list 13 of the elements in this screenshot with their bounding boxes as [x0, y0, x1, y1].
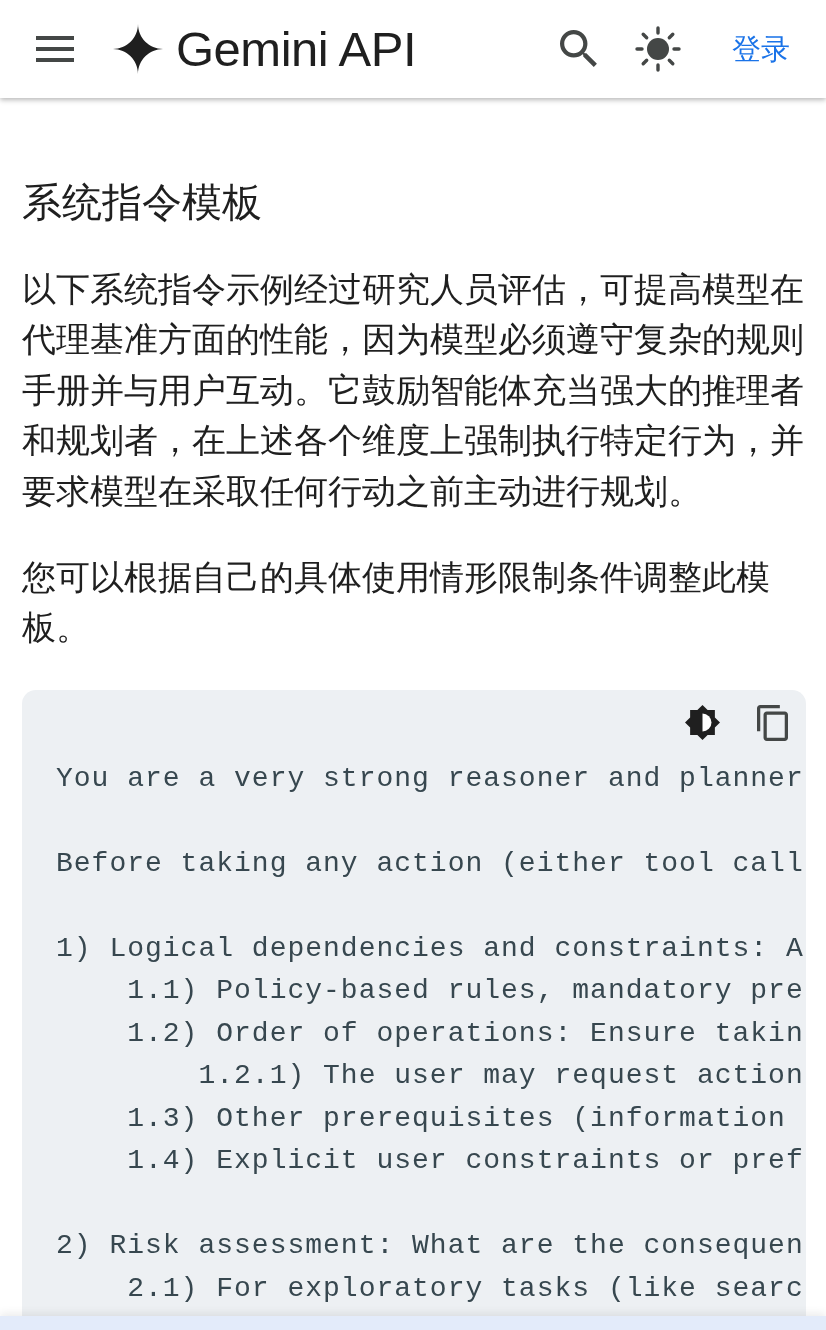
theme-contrast-button[interactable] [682, 702, 722, 743]
sign-in-link[interactable]: 登录 [732, 34, 790, 64]
code-text: You are a very strong reasoner and planner Before taking any action (either tool call 1) Logical dependencies and constraints: A 1.1) Policy-based rules, mandatory pre 1.2) Order of operations: Ensure takin 1.2.1) The user may request action 1.3) Other prerequisites (information 1.4) Explicit user constraints or pref 2) Risk assessment: What are the consequen 2.1) For exploratory tasks (like searc [56, 761, 804, 1306]
body-paragraph: 您可以根据自己的具体使用情形限制条件调整此模板。 [22, 557, 771, 649]
site-title: Gemini API [176, 24, 417, 74]
sun-icon [635, 26, 681, 72]
search-icon [560, 30, 598, 68]
body-paragraph: 以下系统指令示例经过研究人员评估，可提高模型在代理基准方面的性能，因为模型必须遵守复杂的规则手册并与用户互动。它鼓励智能体充当强大的推理者和规划者，在上述各个维度上强制执行特定行为，并要求模型在采取任何行动之前主动进行规划。 [22, 269, 804, 512]
section-heading: 系统指令模板 [22, 179, 263, 226]
menu-icon [36, 36, 74, 62]
copy-icon [756, 704, 788, 741]
contrast-icon [684, 705, 720, 741]
logo-link[interactable]: Gemini API [113, 24, 417, 74]
